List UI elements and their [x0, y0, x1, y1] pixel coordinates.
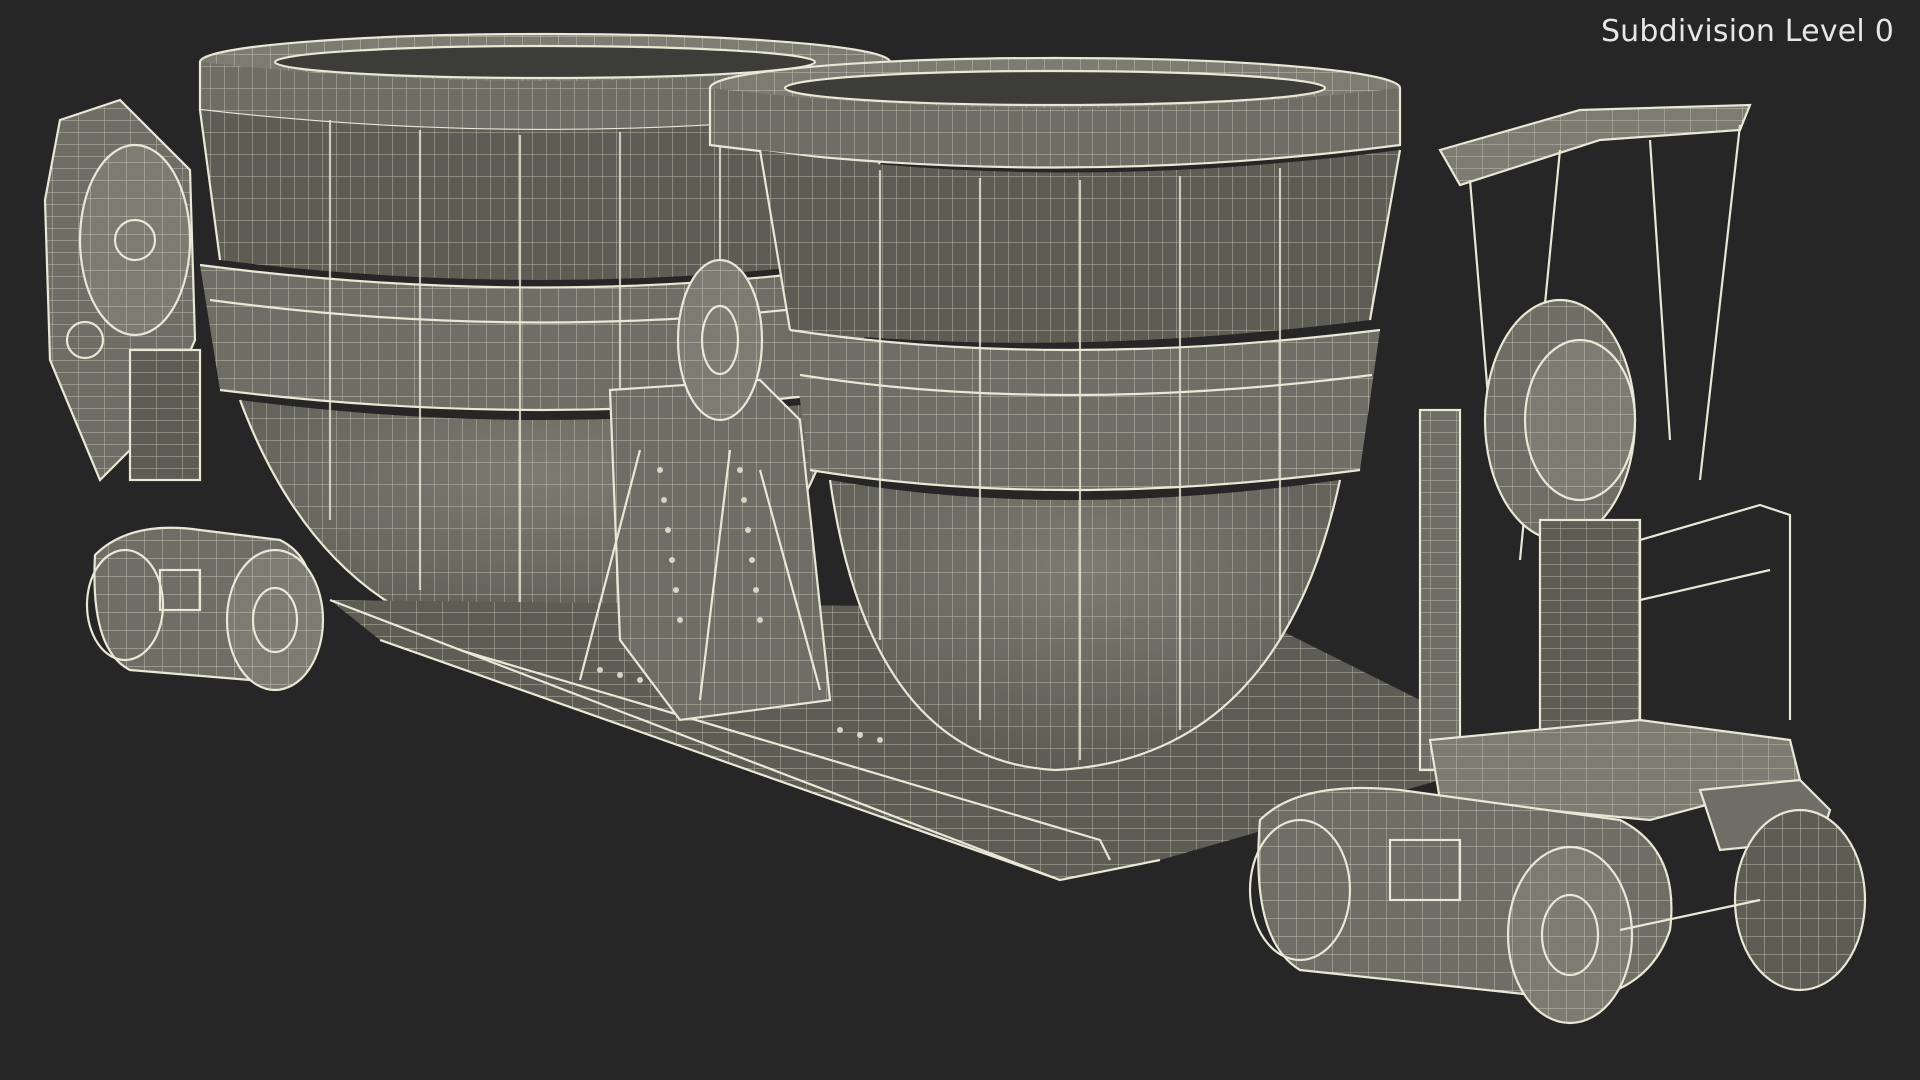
wireframe-model [43, 32, 1867, 1025]
left-trunnion-assembly [43, 98, 202, 482]
end-platform [1418, 103, 1832, 852]
right-bogie [1248, 786, 1867, 1025]
3d-viewport[interactable]: Subdivision Level 0 [0, 0, 1920, 1080]
left-bogie [85, 526, 325, 692]
